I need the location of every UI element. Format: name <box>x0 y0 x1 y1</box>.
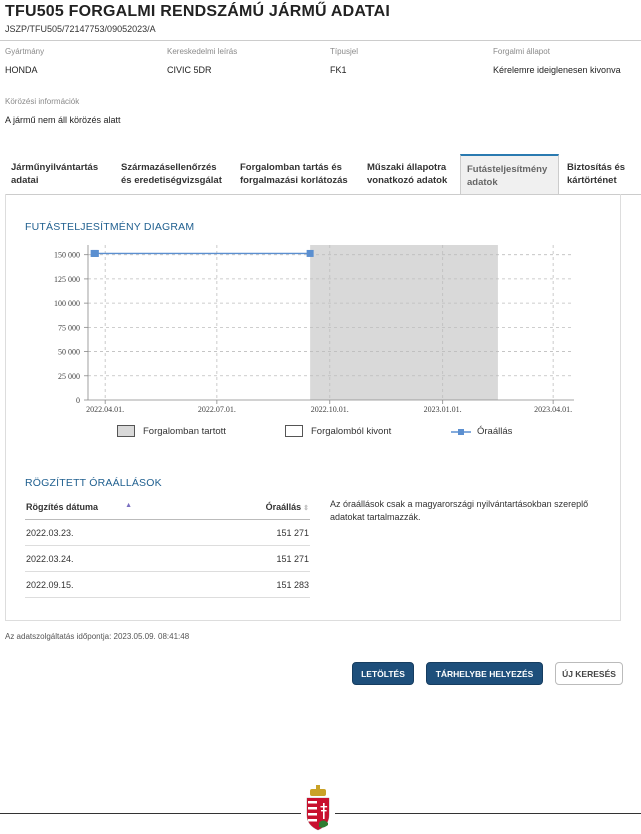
wanted-value: A jármű nem áll körözés alatt <box>5 115 121 125</box>
description-label: Kereskedelmi leírás <box>167 47 238 56</box>
legend-in-circulation: Forgalomban tartott <box>143 426 226 437</box>
y-tick-label: 75 000 <box>58 323 80 332</box>
shaded-range-bar <box>310 245 498 400</box>
page-title: TFU505 FORGALMI RENDSZÁMÚ JÁRMŰ ADATAI <box>5 3 391 20</box>
type-value: FK1 <box>330 65 347 75</box>
description-value: CIVIC 5DR <box>167 65 212 75</box>
x-tick-label: 2023.01.01. <box>424 405 462 414</box>
col-date-header[interactable]: Rögzítés dátuma ▲ <box>25 495 238 520</box>
series-point <box>91 249 99 257</box>
reference-number: JSZP/TFU505/72147753/09052023/A <box>5 24 156 34</box>
sort-up-icon[interactable]: ▲ <box>125 502 132 509</box>
y-tick-label: 50 000 <box>58 348 80 357</box>
storage-button[interactable]: TÁRHELYBE HELYEZÉS <box>426 662 543 685</box>
series-point <box>306 249 314 257</box>
manufacturer-value: HONDA <box>5 65 38 75</box>
row-value: 151 283 <box>238 571 310 598</box>
x-tick-label: 2022.04.01. <box>86 405 124 414</box>
y-tick-label: 150 000 <box>54 251 80 260</box>
divider <box>0 40 641 41</box>
records-table: Rögzítés dátuma ▲ Óraállás ⇕ 2022.03.23. 1… <box>25 495 310 598</box>
records-section-title: RÖGZÍTETT ÓRAÁLLÁSOK <box>25 477 162 489</box>
timestamp: Az adatszolgáltatás időpontja: 2023.05.0… <box>5 632 190 641</box>
legend-filled-box <box>117 425 135 437</box>
status-label: Forgalmi állapot <box>493 47 550 56</box>
sort-icon[interactable]: ⇕ <box>303 505 309 512</box>
footer-line-right <box>335 813 641 814</box>
records-note: Az óraállások csak a magyarországi nyilv… <box>330 499 589 522</box>
type-label: Típusjel <box>330 47 359 56</box>
y-tick-label: 100 000 <box>54 299 80 308</box>
mileage-chart: 0 25 000 50 000 75 000 100 000 125 000 150 000… <box>54 245 574 414</box>
y-tick-label: 0 <box>76 396 80 405</box>
row-date: 2022.03.24. <box>25 545 238 572</box>
x-tick-label: 2022.07.01. <box>198 405 236 414</box>
download-button[interactable]: LETÖLTÉS <box>352 662 414 685</box>
x-tick-label: 2023.04.01. <box>534 405 572 414</box>
manufacturer-label: Gyártmány <box>5 47 45 56</box>
tab-mileage[interactable]: Futásteljesítmény adatok <box>460 154 559 194</box>
tab-circulation-restrictions[interactable]: Forgalomban tartás és forgalmazási korlát… <box>234 154 358 194</box>
coat-of-arms-icon <box>306 785 330 831</box>
table-row: 2022.09.15. 151 283 <box>25 571 310 598</box>
row-date: 2022.03.23. <box>25 519 238 546</box>
footer-line-left <box>0 813 301 814</box>
tab-origin-check[interactable]: Származásellenőrzés és eredetiségvizsgála… <box>115 154 233 194</box>
tab-insurance[interactable]: Biztosítás és kártörténet <box>561 154 641 194</box>
legend-odometer: Óraállás <box>477 426 513 437</box>
table-row: 2022.03.23. 151 271 <box>25 519 310 546</box>
tab-bar: Járműnyilvántartás adatai Származásellenő… <box>5 154 641 195</box>
x-tick-label: 2022.10.01. <box>311 405 349 414</box>
wanted-label: Körözési információk <box>5 97 80 106</box>
table-header-row: Rögzítés dátuma ▲ Óraállás ⇕ <box>25 495 310 520</box>
status-value: Kérelemre ideiglenesen kivonva <box>493 65 621 75</box>
table-row: 2022.03.24. 151 271 <box>25 545 310 572</box>
col-value-header[interactable]: Óraállás ⇕ <box>238 495 310 520</box>
tab-technical-condition[interactable]: Műszaki állapotra vonatkozó adatok <box>361 154 461 194</box>
legend-line-marker <box>451 429 471 435</box>
tab-vehicle-registry[interactable]: Járműnyilvántartás adatai <box>5 154 113 194</box>
legend-empty-box <box>285 425 303 437</box>
y-tick-label: 125 000 <box>54 275 80 284</box>
y-tick-label: 25 000 <box>58 372 80 381</box>
row-date: 2022.09.15. <box>25 571 238 598</box>
row-value: 151 271 <box>238 545 310 572</box>
new-search-button[interactable]: ÚJ KERESÉS <box>555 662 623 685</box>
row-value: 151 271 <box>238 519 310 546</box>
legend-withdrawn: Forgalomból kivont <box>311 426 392 437</box>
